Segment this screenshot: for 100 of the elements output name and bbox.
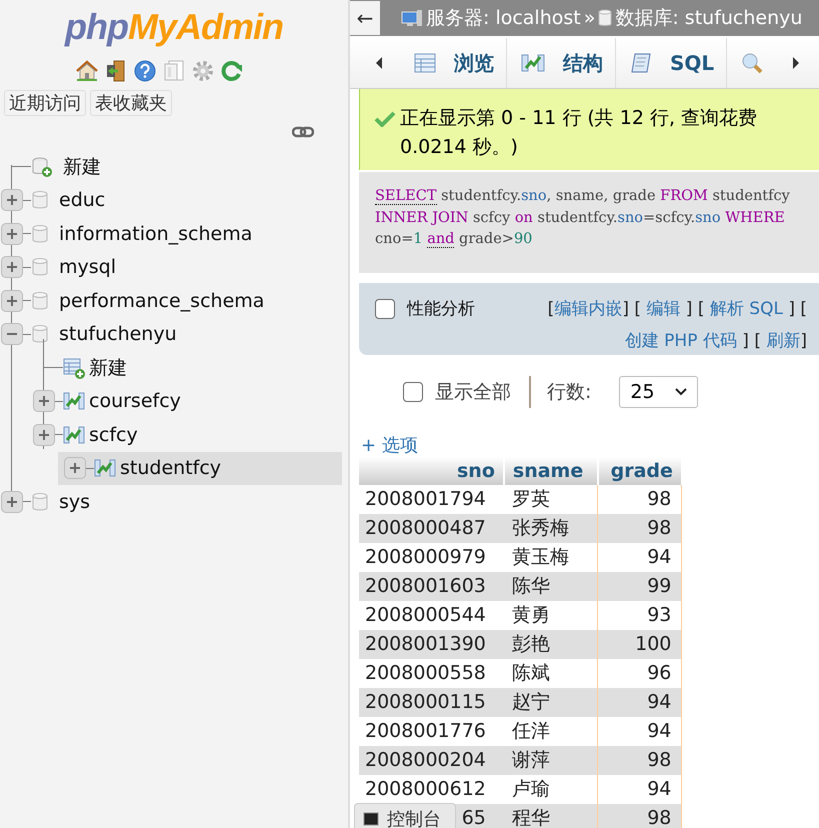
- table-cell: 陈斌: [504, 658, 598, 688]
- column-header[interactable]: sname: [504, 456, 598, 484]
- expand-button[interactable]: [1, 222, 23, 245]
- plus-icon: [6, 294, 18, 307]
- new-database-icon[interactable]: [31, 156, 53, 178]
- table-cell: 任洋: [504, 716, 598, 746]
- plus-icon: [69, 462, 81, 474]
- database-link[interactable]: educ: [59, 189, 106, 212]
- chevron-down-icon: [674, 388, 687, 396]
- rows-label: 行数:: [547, 380, 592, 404]
- table-link[interactable]: coursefcy: [89, 390, 181, 412]
- help-icon[interactable]: [134, 60, 156, 82]
- database-link[interactable]: 数据库: stufuchenyu: [615, 5, 802, 31]
- table-cell: 2008001776: [359, 716, 504, 746]
- scroll-right-icon[interactable]: [791, 56, 802, 70]
- expand-button[interactable]: [1, 256, 23, 278]
- action-link[interactable]: 解析 SQL: [710, 298, 783, 318]
- table-cell: 2008001390: [359, 630, 504, 658]
- table-cell: 罗英: [504, 484, 598, 514]
- table-cell: 98: [598, 514, 682, 542]
- table-icon: [414, 53, 436, 73]
- query-action-links: [编辑内嵌] [ 编辑 ] [ 解析 SQL ] [ 创建 PHP 代码 ] [ 刷新]: [548, 298, 807, 350]
- table-structure-icon: [521, 53, 545, 73]
- column-header[interactable]: sno: [359, 456, 504, 484]
- action-link[interactable]: 刷新: [766, 330, 800, 350]
- back-button[interactable]: ←: [350, 1, 380, 35]
- exit-door-icon[interactable]: [104, 60, 126, 82]
- expand-button[interactable]: [33, 424, 55, 446]
- console-tab[interactable]: 控制台: [354, 802, 456, 828]
- table-cell: 谢萍: [504, 746, 598, 774]
- expand-button[interactable]: [64, 457, 86, 480]
- table-cell: 2008000115: [359, 688, 504, 716]
- breadcrumb-separator: »: [584, 7, 596, 29]
- database-link[interactable]: sys: [59, 490, 90, 513]
- plus-icon: [6, 194, 18, 206]
- new-item-link[interactable]: 新建: [63, 154, 101, 180]
- table-cell: 2008000612: [359, 774, 504, 804]
- table-cell: 2008000558: [359, 658, 504, 688]
- expand-button[interactable]: [1, 290, 23, 312]
- expand-button[interactable]: [1, 490, 23, 513]
- column-header[interactable]: grade: [598, 456, 682, 484]
- table-cell: 2008000544: [359, 600, 504, 630]
- expand-button[interactable]: [1, 189, 23, 212]
- table-cell: 2008000487: [359, 514, 504, 542]
- table-cell: 99: [598, 572, 682, 600]
- new-table-icon[interactable]: [63, 356, 85, 379]
- table-cell: 彭艳: [504, 630, 598, 658]
- logo[interactable]: phpMyAdmin: [65, 6, 283, 48]
- console-icon: [363, 812, 379, 826]
- rows-select[interactable]: 25: [619, 376, 698, 408]
- action-link[interactable]: 编辑内嵌: [554, 298, 622, 318]
- reload-icon[interactable]: [220, 60, 242, 82]
- table-cell: 98: [598, 804, 682, 828]
- checkbox[interactable]: [403, 382, 423, 402]
- scroll-icon: [630, 52, 652, 74]
- table-cell: 程华: [504, 804, 598, 828]
- database-link[interactable]: information_schema: [59, 222, 252, 245]
- quick-tab[interactable]: 近期访问: [4, 90, 86, 116]
- options-link[interactable]: + 选项: [361, 432, 418, 456]
- server-link[interactable]: 服务器: localhost: [426, 5, 581, 31]
- table-link[interactable]: studentfcy: [120, 457, 222, 480]
- tab[interactable]: SQL: [616, 38, 728, 88]
- action-link[interactable]: 编辑: [646, 298, 680, 318]
- table-structure-icon[interactable]: [63, 424, 85, 445]
- table-cell: 卢瑜: [504, 774, 598, 804]
- home-icon[interactable]: [76, 60, 98, 82]
- table-cell: 陈华: [504, 572, 598, 600]
- checkbox[interactable]: [375, 298, 395, 318]
- scroll-left-icon[interactable]: [374, 56, 384, 70]
- table-cell: 黄玉梅: [504, 542, 598, 572]
- table-cell: 2008000979: [359, 542, 504, 572]
- link-icon[interactable]: [292, 126, 314, 138]
- table-cell: 2008001603: [359, 572, 504, 600]
- expand-button[interactable]: [33, 390, 55, 412]
- collapse-button[interactable]: [1, 323, 23, 346]
- status-message: 正在显示第 0 - 11 行 (共 12 行, 查询花费 0.0214 秒。): [400, 106, 758, 160]
- database-icon[interactable]: [598, 9, 612, 27]
- tab[interactable]: 浏览: [400, 38, 507, 88]
- table-cell: 赵宁: [504, 688, 598, 716]
- table-structure-icon[interactable]: [94, 458, 116, 478]
- table-cell: 94: [598, 688, 682, 716]
- database-link[interactable]: mysql: [59, 256, 116, 278]
- table-structure-icon[interactable]: [63, 391, 85, 412]
- plus-icon: [6, 496, 18, 508]
- checkbox-label: 性能分析: [407, 298, 475, 320]
- new-item-link[interactable]: 新建: [89, 354, 127, 381]
- check-icon: [374, 111, 396, 127]
- settings-icon[interactable]: [192, 60, 214, 82]
- database-link[interactable]: performance_schema: [59, 290, 264, 312]
- table-cell: 2008001794: [359, 484, 504, 514]
- plus-icon: [6, 228, 18, 240]
- database-link[interactable]: stufuchenyu: [59, 323, 177, 346]
- table-link[interactable]: scfcy: [89, 424, 138, 446]
- server-icon[interactable]: [401, 9, 423, 27]
- checkbox-label: 显示全部: [435, 380, 511, 404]
- quick-tab[interactable]: 表收藏夹: [90, 90, 172, 116]
- tab[interactable]: 结构: [507, 38, 616, 88]
- table-cell: 98: [598, 746, 682, 774]
- action-link[interactable]: 创建 PHP 代码: [624, 330, 737, 350]
- table-cell: 黄勇: [504, 600, 598, 630]
